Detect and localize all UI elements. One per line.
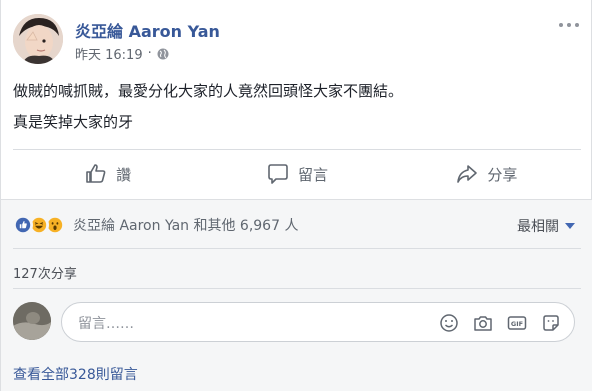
post-timestamp[interactable]: 昨天 16:19 <box>75 44 143 63</box>
sticker-icon[interactable] <box>540 312 562 334</box>
divider <box>13 288 581 289</box>
emoji-icon[interactable] <box>438 312 460 334</box>
action-bar: 讚 留言 分享 <box>13 150 581 198</box>
sort-label: 最相關 <box>517 219 559 235</box>
gif-icon[interactable]: GIF <box>506 312 528 334</box>
caret-down-icon <box>565 223 575 229</box>
like-button[interactable]: 讚 <box>13 150 202 198</box>
comment-input[interactable]: 留言…… GIF <box>61 302 575 342</box>
share-button[interactable]: 分享 <box>392 150 581 198</box>
thumbs-up-icon <box>86 164 106 183</box>
globe-icon[interactable] <box>157 48 169 60</box>
author-avatar-image <box>13 14 63 64</box>
post-text: 做賊的喊抓賊，最愛分化大家的人竟然回頭怪大家不團結。 真是笑掉大家的牙 <box>13 76 581 138</box>
reaction-icons[interactable] <box>13 215 65 235</box>
camera-icon[interactable] <box>472 312 494 334</box>
share-count[interactable]: 127次分享 <box>13 263 77 282</box>
view-all-comments-link[interactable]: 查看全部328則留言 <box>13 364 138 384</box>
post-text-line: 真是笑掉大家的牙 <box>13 113 134 131</box>
post-header: 炎亞綸 Aaron Yan 昨天 16:19 · <box>13 14 581 66</box>
like-reaction-icon <box>13 215 33 235</box>
share-icon <box>457 165 478 183</box>
comment-placeholder: 留言…… <box>78 316 134 332</box>
reaction-row: 炎亞綸 Aaron Yan 和其他 6,967 人 最相關 <box>13 212 581 238</box>
post-card: 炎亞綸 Aaron Yan 昨天 16:19 · 做賊的喊抓賊，最愛分化大家的人… <box>0 0 592 391</box>
comment-sort-dropdown[interactable]: 最相關 <box>517 216 575 236</box>
svg-text:GIF: GIF <box>511 320 523 328</box>
author-avatar[interactable] <box>13 14 63 64</box>
author-name[interactable]: 炎亞綸 Aaron Yan <box>75 18 220 42</box>
comment-label: 留言 <box>297 165 328 184</box>
more-options-icon[interactable] <box>559 18 579 32</box>
divider <box>13 248 581 249</box>
feedback-area: 炎亞綸 Aaron Yan 和其他 6,967 人 最相關 127次分享 留言…… <box>1 199 592 391</box>
comment-composer: 留言…… GIF <box>13 300 581 346</box>
composer-icons: GIF <box>438 312 562 334</box>
post-text-line: 做賊的喊抓賊，最愛分化大家的人竟然回頭怪大家不團結。 <box>13 82 404 100</box>
viewer-avatar-image <box>13 302 51 340</box>
post-meta: 昨天 16:19 · <box>75 44 169 63</box>
meta-separator: · <box>147 46 152 61</box>
comment-icon <box>268 164 288 184</box>
like-label: 讚 <box>116 165 132 184</box>
share-label: 分享 <box>487 165 518 184</box>
viewer-avatar <box>13 302 51 340</box>
reaction-summary[interactable]: 炎亞綸 Aaron Yan 和其他 6,967 人 <box>73 215 298 235</box>
comment-button[interactable]: 留言 <box>202 150 391 198</box>
